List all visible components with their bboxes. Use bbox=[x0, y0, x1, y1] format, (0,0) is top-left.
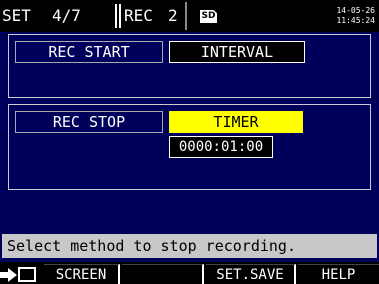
rec-stop-label: REC STOP bbox=[15, 111, 163, 133]
blank-function-key[interactable] bbox=[122, 264, 204, 284]
function-key-bar: SCREEN SET.SAVE HELP bbox=[0, 262, 379, 284]
header-bar: SET 4/7 REC 2 SD 14-05-26 11:45:24 bbox=[0, 0, 379, 32]
sd-card-icon: SD bbox=[200, 10, 217, 23]
tab-rec[interactable]: REC bbox=[124, 6, 153, 25]
status-message: Select method to stop recording. bbox=[2, 234, 377, 258]
rec-start-panel: REC START INTERVAL bbox=[8, 34, 371, 98]
screen-button[interactable]: SCREEN bbox=[44, 264, 120, 284]
rec-stop-panel: REC STOP TIMER 0000:01:00 bbox=[8, 104, 371, 190]
date-display: 14-05-26 bbox=[336, 6, 375, 15]
rec-stop-select[interactable]: TIMER bbox=[169, 111, 303, 133]
rec-start-select[interactable]: INTERVAL bbox=[169, 41, 305, 63]
set-save-button[interactable]: SET.SAVE bbox=[206, 264, 296, 284]
rec-start-label: REC START bbox=[15, 41, 163, 63]
help-button[interactable]: HELP bbox=[298, 264, 379, 284]
device-screen: SET 4/7 REC 2 SD 14-05-26 11:45:24 REC S… bbox=[0, 0, 379, 284]
set-label: SET bbox=[2, 6, 31, 25]
time-display: 11:45:24 bbox=[336, 16, 375, 25]
arrow-head bbox=[8, 268, 17, 282]
rec-number: 2 bbox=[168, 6, 178, 25]
rec-stop-timer-field[interactable]: 0000:01:00 bbox=[169, 136, 273, 158]
header-divider bbox=[185, 2, 187, 30]
page-indicator: 4/7 bbox=[52, 6, 81, 25]
screen-switch-arrow-icon[interactable] bbox=[0, 264, 44, 284]
screen-box-shape bbox=[18, 267, 36, 282]
tab-separator bbox=[115, 4, 121, 28]
